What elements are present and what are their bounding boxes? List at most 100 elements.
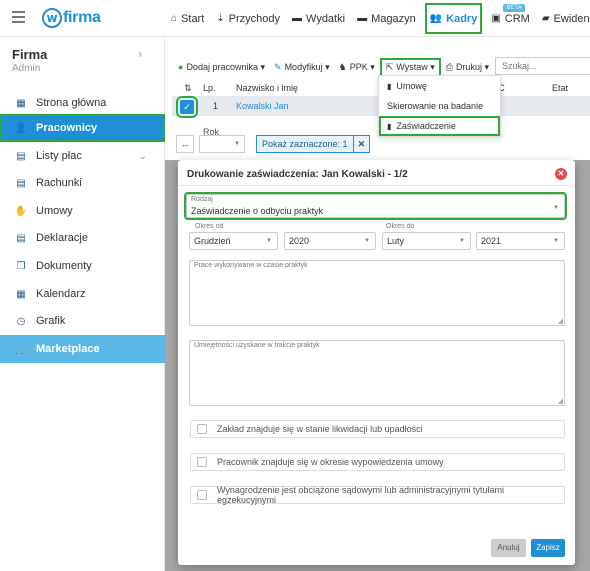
clock-icon: ◷ (16, 315, 26, 327)
to-month-select[interactable]: Luty ▼ (382, 232, 471, 250)
cancel-button[interactable]: Anuluj (491, 539, 526, 557)
nav-kadry[interactable]: 👥 Kadry (422, 0, 486, 37)
caret-down-icon: ▼ (364, 238, 370, 244)
caret-down-icon: ▼ (553, 238, 559, 244)
top-nav: ⌂ Start ⇣ Przychody ▬ Wydatki ▬ Magazyn 👥 Kad… (165, 0, 590, 37)
sidebar-item-pracownicy[interactable]: 👤 Pracownicy (0, 114, 165, 142)
column-lp[interactable]: Lp. (203, 83, 216, 93)
print-button[interactable]: ⎙ Drukuj ▾ (446, 62, 489, 73)
sidebar-item-dokumenty[interactable]: ❐ Dokumenty (0, 252, 165, 280)
nav-crm[interactable]: ▣ CRM BETA (485, 0, 536, 37)
menu-item-certificate[interactable]: ▮ Zaświadczenie (379, 116, 500, 136)
company-name[interactable]: Firma (12, 47, 47, 62)
sidebar-item-marketplace[interactable]: 🛒 Marketplace (0, 335, 165, 363)
period-from-label: Okres od (195, 223, 224, 230)
search-input[interactable] (495, 57, 590, 75)
sidebar-item-kalendarz[interactable]: ▦ Kalendarz (0, 280, 165, 308)
nav-start[interactable]: ⌂ Start (165, 0, 210, 37)
nav-wydatki[interactable]: ▬ Wydatki (286, 0, 351, 37)
to-year-select[interactable]: 2021 ▼ (476, 232, 565, 250)
sidebar-item-umowy[interactable]: ✋ Umowy (0, 197, 165, 225)
ppk-button[interactable]: ♞ PPK ▾ (339, 62, 375, 73)
checkbox[interactable] (197, 457, 207, 467)
chevron-down-icon: ⌄ (138, 150, 147, 162)
modal-title: Drukowanie zaświadczenia: Jan Kowalski -… (187, 169, 408, 180)
document-icon: ▮ (387, 81, 392, 91)
wfirma-logo[interactable]: w firma (42, 8, 101, 28)
caret-down-icon: ▼ (459, 238, 465, 244)
notice-period-checkbox-row[interactable]: Pracownik znajduje się w okresie wypowie… (190, 453, 565, 471)
documents-icon: ❐ (16, 260, 26, 272)
caret-down-icon: ▼ (553, 205, 559, 211)
receipt-icon: ▤ (16, 177, 26, 189)
close-icon[interactable]: ✕ (555, 168, 567, 180)
row-name[interactable]: Kowalski Jan (236, 101, 289, 111)
declaration-icon: ▤ (16, 232, 26, 244)
plus-circle-icon: ● (178, 62, 184, 72)
divider (178, 185, 575, 186)
issue-dropdown-menu: ▮ Umowę Skierowanie na badanie ▮ Zaświadcz… (378, 75, 501, 137)
expenses-icon: ▬ (292, 13, 303, 24)
sidebar-item-strona-glowna[interactable]: ▦ Strona główna (0, 89, 165, 117)
print-icon: ⎙ (445, 61, 453, 72)
menu-item-medical-referral[interactable]: Skierowanie na badanie (379, 96, 500, 116)
row-checkbox[interactable]: ✓ (176, 96, 198, 118)
skills-acquired-textarea[interactable]: Umiejętności uzyskane w trakcie praktyk … (189, 340, 565, 406)
certificate-modal: Drukowanie zaświadczenia: Jan Kowalski -… (178, 160, 575, 565)
resize-handle-icon[interactable]: ◢ (558, 397, 563, 405)
liquidation-checkbox-row[interactable]: Zakład znajduje się w stanie likwidacji … (190, 420, 565, 438)
income-icon: ⇣ (216, 13, 225, 24)
add-employee-button[interactable]: ● Dodaj pracownika ▾ (178, 62, 265, 73)
checkbox[interactable] (197, 490, 207, 500)
home-icon: ⌂ (171, 13, 178, 24)
certificate-icon: ▮ (387, 121, 392, 131)
certificate-type-select[interactable]: Rodzaj Zaświadczenie o odbyciu praktyk ▼ (184, 192, 567, 220)
year-select[interactable]: ▼ (199, 135, 245, 153)
chevron-right-icon[interactable]: › (138, 47, 142, 61)
resize-handle-icon[interactable]: ◢ (558, 317, 563, 325)
calendar-icon: ▦ (16, 288, 26, 300)
warehouse-icon: ▬ (357, 13, 368, 24)
list-icon: ▤ (16, 150, 26, 162)
menu-item-contract[interactable]: ▮ Umowę (379, 76, 500, 96)
handshake-icon: ✋ (14, 205, 28, 217)
checkbox[interactable] (197, 424, 207, 434)
caret-down-icon: ▼ (266, 238, 272, 244)
sidebar-item-rachunki[interactable]: ▤ Rachunki (0, 169, 165, 197)
nav-magazyn[interactable]: ▬ Magazyn (351, 0, 422, 37)
garnishment-checkbox-row[interactable]: Wynagrodzenie jest obciążone sądowymi lu… (190, 485, 565, 505)
user-role: Admin (12, 63, 41, 74)
nav-przychody[interactable]: ⇣ Przychody (210, 0, 286, 37)
ppk-icon: ♞ (338, 61, 347, 72)
period-to-label: Okres do (386, 223, 415, 230)
modify-button[interactable]: ✎ Modyfikuj ▾ (274, 62, 330, 73)
column-etat[interactable]: Etat (552, 83, 568, 93)
sidebar-item-deklaracje[interactable]: ▤ Deklaracje (0, 224, 165, 252)
toggle-columns-icon[interactable]: ⇅ (172, 83, 194, 94)
crm-icon: ▣ (491, 13, 501, 24)
sidebar: Firma Admin › ▦ Strona główna 👤 Pracownicy… (0, 37, 165, 571)
sidebar-item-listy-plac[interactable]: ▤ Listy płac ⌄ (0, 142, 165, 170)
cart-icon: 🛒 (14, 343, 28, 355)
from-year-select[interactable]: 2020 ▼ (284, 232, 376, 250)
caret-down-icon: ▼ (234, 141, 240, 147)
share-icon: ⇱ (385, 61, 394, 72)
work-performed-textarea[interactable]: Prace wykonywane w czasie praktyk ◢ (189, 260, 565, 326)
hamburger-menu-icon[interactable] (12, 11, 25, 23)
add-user-icon: 👤 (14, 122, 28, 134)
sidebar-item-grafik[interactable]: ◷ Grafik (0, 307, 165, 335)
folder-icon: ▰ (541, 13, 550, 24)
save-button[interactable]: Zapisz (531, 539, 565, 557)
expand-icon[interactable]: ↔ (176, 135, 194, 153)
column-name[interactable]: Nazwisko i imię (236, 83, 298, 93)
row-lp: 1 (213, 101, 219, 111)
show-selected-filter[interactable]: Pokaż zaznaczone: 1 ✕ (256, 135, 371, 153)
edit-icon: ✎ (274, 61, 282, 72)
close-icon[interactable]: ✕ (352, 136, 370, 152)
from-month-select[interactable]: Grudzień ▼ (189, 232, 278, 250)
beta-badge: BETA (503, 4, 525, 12)
top-bar: w firma ⌂ Start ⇣ Przychody ▬ Wydatki ▬ Magaz… (0, 0, 590, 37)
nav-ewidencje[interactable]: ▰Ewidencje (536, 0, 590, 37)
users-icon: 👥 (429, 13, 443, 24)
issue-button[interactable]: ⇱ Wystaw ▾ (379, 57, 441, 77)
